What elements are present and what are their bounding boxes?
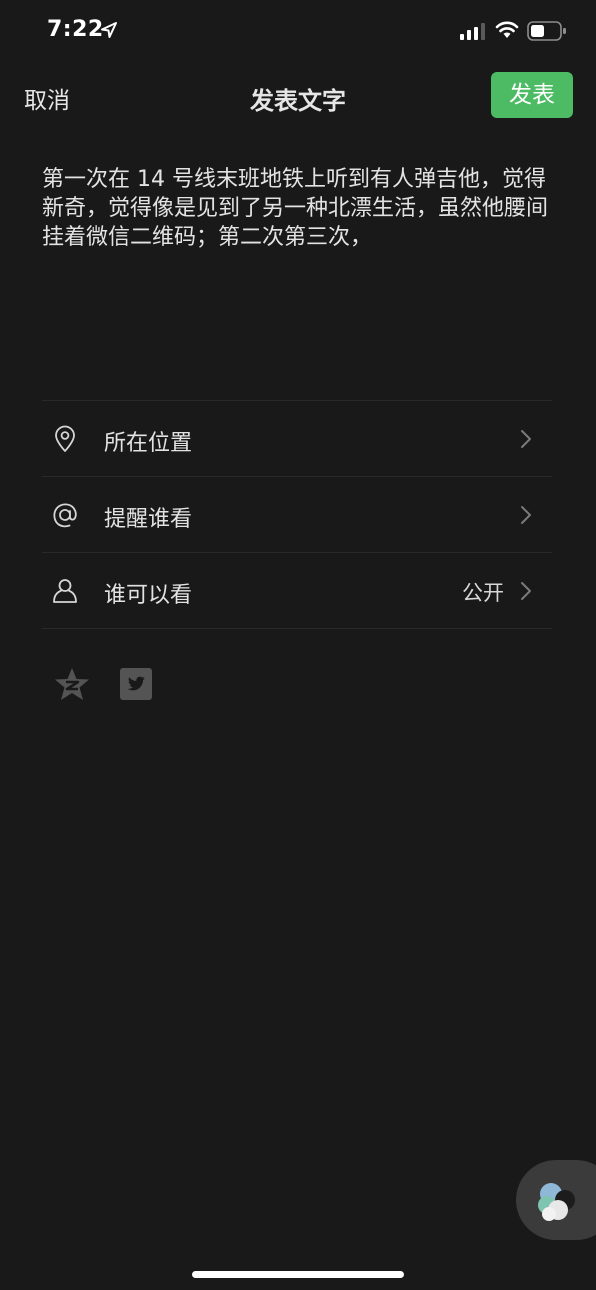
status-time: 7:22 [47, 17, 104, 42]
chevron-right-icon [521, 582, 531, 600]
cellular-signal-icon [460, 23, 485, 40]
status-bar: 7:22 [0, 0, 596, 62]
floating-assistant-button[interactable] [516, 1160, 596, 1240]
mention-label: 提醒谁看 [104, 507, 193, 532]
post-text-input[interactable]: 第一次在 14 号线末班地铁上听到有人弹吉他，觉得新奇，觉得像是见到了另一种北漂… [42, 165, 562, 252]
location-row[interactable]: 所在位置 [42, 401, 552, 476]
post-options-list: 所在位置 提醒谁看 谁可以看 公开 [42, 400, 552, 629]
location-pin-icon [55, 425, 75, 452]
mention-row[interactable]: 提醒谁看 [42, 477, 552, 552]
publish-button[interactable]: 发表 [491, 72, 573, 118]
chevron-right-icon [521, 430, 531, 448]
assistant-logo-icon [538, 1183, 575, 1221]
qzone-icon[interactable] [53, 666, 91, 704]
divider [42, 628, 552, 629]
cancel-button[interactable]: 取消 [24, 81, 70, 115]
location-label: 所在位置 [104, 431, 193, 456]
twitter-icon[interactable] [120, 668, 152, 700]
location-arrow-icon [101, 22, 117, 38]
battery-icon [527, 21, 566, 41]
at-icon [53, 503, 77, 528]
visibility-row[interactable]: 谁可以看 公开 [42, 553, 552, 628]
visibility-value: 公开 [462, 581, 504, 605]
chevron-right-icon [521, 506, 531, 524]
home-indicator [192, 1271, 404, 1278]
wifi-icon [495, 21, 519, 38]
visibility-label: 谁可以看 [104, 583, 193, 608]
person-icon [53, 579, 77, 603]
